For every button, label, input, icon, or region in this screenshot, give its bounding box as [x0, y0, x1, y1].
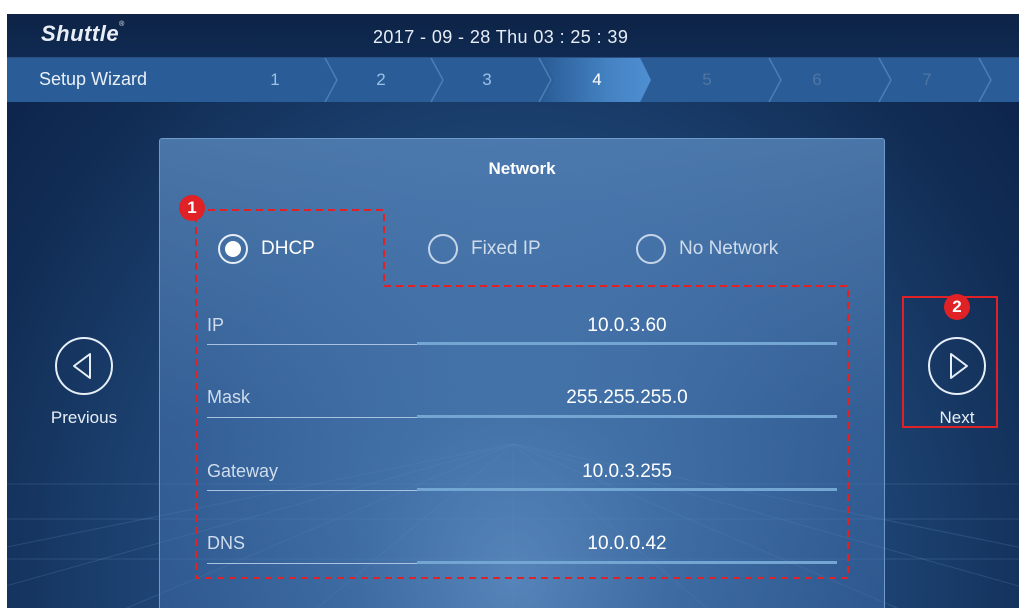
datetime-display: 2017 - 09 - 28 Thu 03 : 25 : 39 [373, 27, 629, 47]
gateway-field-underline [417, 488, 837, 491]
gateway-field[interactable]: 10.0.3.255 [417, 461, 837, 483]
gateway-label: Gateway [207, 461, 279, 481]
status-bar: Shuttle® 2017 - 09 - 28 Thu 03 : 25 : 39 [7, 14, 1019, 58]
dns-field[interactable]: 10.0.0.42 [417, 533, 837, 555]
dns-label: DNS [207, 533, 246, 553]
gateway-label-underline [207, 490, 417, 491]
step-separator-icons [324, 58, 992, 102]
radio-dhcp[interactable]: DHCP [218, 232, 315, 266]
radio-fixed-ip[interactable]: Fixed IP [428, 232, 541, 266]
radio-unselected-icon [636, 234, 666, 264]
radio-no-network[interactable]: No Network [636, 232, 778, 266]
radio-dhcp-label: DHCP [261, 238, 315, 259]
previous-label: Previous [50, 408, 118, 427]
radio-selected-icon [218, 234, 248, 264]
mask-field[interactable]: 255.255.255.0 [417, 387, 837, 409]
brand-logo: Shuttle® [41, 21, 125, 46]
chevron-left-circle-icon [55, 337, 113, 395]
ip-field-underline [417, 342, 837, 345]
ip-label: IP [207, 315, 225, 335]
mask-field-underline [417, 415, 837, 418]
radio-fixed-ip-label: Fixed IP [471, 238, 541, 259]
panel-title: Network [488, 159, 556, 178]
network-panel: Network DHCP Fixed IP No Network IP 10.0… [159, 138, 885, 608]
radio-unselected-icon [428, 234, 458, 264]
previous-button[interactable]: Previous [39, 336, 129, 446]
ip-field[interactable]: 10.0.3.60 [417, 315, 837, 337]
annotation-badge-2: 2 [944, 294, 970, 320]
dns-label-underline [207, 563, 417, 564]
mask-label-underline [207, 417, 417, 418]
device-screen: Shuttle® 2017 - 09 - 28 Thu 03 : 25 : 39… [7, 14, 1019, 608]
dns-field-underline [417, 561, 837, 564]
wizard-step-bar: Setup Wizard 1 2 3 4 5 6 7 [7, 58, 1019, 102]
ip-label-underline [207, 344, 417, 345]
annotation-badge-1: 1 [179, 195, 205, 221]
mask-label: Mask [207, 387, 251, 407]
radio-no-network-label: No Network [679, 238, 779, 259]
